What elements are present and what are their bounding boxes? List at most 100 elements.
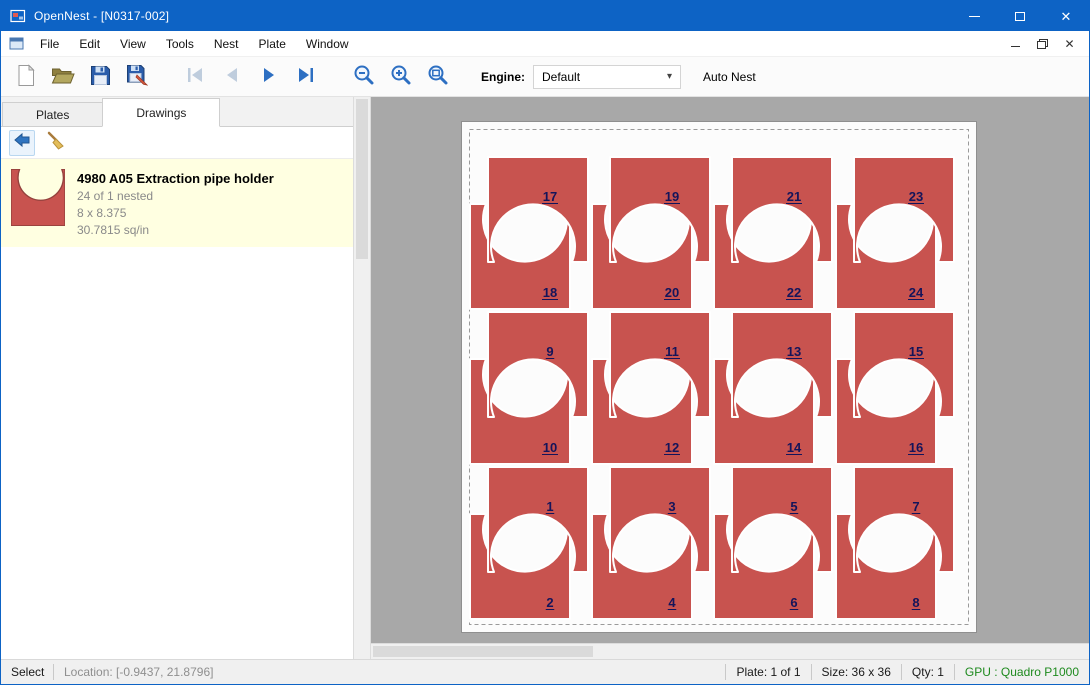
menu-item-plate[interactable]: Plate [249,31,296,56]
open-button[interactable] [48,62,78,92]
menu-item-edit[interactable]: Edit [69,31,110,56]
zoom-out-button[interactable] [349,62,379,92]
nest-cell[interactable]: 1920 [592,157,710,309]
part-shape-top[interactable] [854,312,954,417]
clear-nest-button[interactable] [43,130,69,156]
nest-cell[interactable]: 23 24 [836,157,954,309]
menu-item-window[interactable]: Window [296,31,359,56]
drawing-list-item[interactable]: 4980 A05 Extraction pipe holder 24 of 1 … [1,159,353,247]
status-gpu: GPU : Quadro P1000 [955,660,1089,684]
horizontal-scrollbar-thumb[interactable] [373,646,593,657]
part-shape-top[interactable] [610,312,710,417]
menu-item-file[interactable]: File [30,31,69,56]
menu-item-view[interactable]: View [110,31,156,56]
part-shape-bottom[interactable] [714,514,814,619]
part-shape-top[interactable] [488,157,588,262]
zoom-out-icon [353,64,375,89]
drawing-title: 4980 A05 Extraction pipe holder [77,171,274,186]
part-number-top: 17 [543,189,557,204]
drawings-panel-toolbar [1,127,353,159]
status-mode: Select [1,660,53,684]
chevron-down-icon: ▾ [667,71,672,82]
part-shape-bottom[interactable] [470,514,570,619]
auto-nest-button[interactable]: Auto Nest [703,70,756,84]
part-thumbnail [11,169,65,237]
nest-cell[interactable]: 910 [470,312,588,464]
part-shape-top[interactable] [732,467,832,572]
nest-cell[interactable]: 13 14 [714,312,832,464]
part-number-top: 5 [790,499,797,514]
part-shape-top[interactable] [732,157,832,262]
nest-cell[interactable]: 2122 [714,157,832,309]
part-shape-top[interactable] [610,467,710,572]
engine-value: Default [542,70,580,84]
new-button[interactable] [11,62,41,92]
part-number-top: 23 [909,189,923,204]
zoom-fit-button[interactable] [423,62,453,92]
first-plate-button[interactable] [180,62,210,92]
part-shape-top[interactable] [610,157,710,262]
mdi-minimize-icon [1011,46,1020,47]
nest-cell[interactable]: 1112 [592,312,710,464]
status-bar: Select Location: [-0.9437, 21.8796] Plat… [1,659,1089,684]
tab-strip: Plates Drawings [1,97,353,127]
part-number-bottom: 18 [543,285,557,300]
part-shape-top[interactable] [488,467,588,572]
minimize-icon [969,16,980,17]
next-plate-button[interactable] [254,62,284,92]
part-number-bottom: 8 [912,595,919,610]
content-area: Plates Drawings [1,97,1089,659]
part-shape-top[interactable] [732,312,832,417]
tab-drawings[interactable]: Drawings [102,98,220,127]
mdi-minimize-button[interactable] [1002,31,1029,56]
maximize-button[interactable] [997,1,1043,31]
save-edit-icon [126,64,148,89]
mdi-restore-button[interactable] [1029,31,1056,56]
vertical-scrollbar-thumb[interactable] [356,99,368,259]
part-shape-bottom[interactable] [592,514,692,619]
part-number-top: 9 [546,344,553,359]
nest-cell[interactable]: 1516 [836,312,954,464]
prev-plate-button[interactable] [217,62,247,92]
part-shape-top[interactable] [488,312,588,417]
part-number-bottom: 24 [909,285,924,300]
nest-cell[interactable]: 1718 [470,157,588,309]
maximize-icon [1015,12,1025,21]
mdi-close-button[interactable]: ✕ [1056,31,1083,56]
menu-item-nest[interactable]: Nest [204,31,249,56]
tab-plates[interactable]: Plates [2,102,103,126]
menu-item-tools[interactable]: Tools [156,31,204,56]
plate-svg[interactable]: 171819202122232491011121314151612345678 [462,122,976,632]
file-toolbar-group [11,62,152,92]
part-number-bottom: 22 [787,285,801,300]
close-icon: ✕ [1061,10,1072,23]
last-plate-button[interactable] [291,62,321,92]
part-number-bottom: 14 [787,440,802,455]
part-shape-top[interactable] [854,467,954,572]
part-number-top: 15 [909,344,923,359]
nest-cell[interactable]: 56 [714,467,832,619]
zoom-in-icon [390,64,412,89]
return-to-plate-button[interactable] [9,130,35,156]
vertical-scrollbar[interactable] [353,97,371,659]
nest-cell[interactable]: 34 [592,467,710,619]
minimize-button[interactable] [951,1,997,31]
status-right-group: Plate: 1 of 1 Size: 36 x 36 Qty: 1 GPU :… [725,660,1089,684]
drawing-nested-count: 24 of 1 nested [77,189,274,203]
sidebar: Plates Drawings [1,97,353,659]
save-button[interactable] [85,62,115,92]
part-shape-bottom[interactable] [836,514,936,619]
engine-select[interactable]: Default ▾ [533,65,681,89]
new-file-icon [16,64,36,90]
part-shape-top[interactable] [854,157,954,262]
save-as-button[interactable] [122,62,152,92]
horizontal-scrollbar[interactable] [371,643,1089,659]
zoom-in-button[interactable] [386,62,416,92]
part-number-top: 11 [665,344,679,359]
part-number-top: 13 [787,344,801,359]
nest-canvas[interactable]: 171819202122232491011121314151612345678 [371,97,1089,643]
part-number-top: 19 [665,189,679,204]
close-button[interactable]: ✕ [1043,1,1089,31]
nest-cell[interactable]: 78 [836,467,954,619]
nest-cell[interactable]: 12 [470,467,588,619]
